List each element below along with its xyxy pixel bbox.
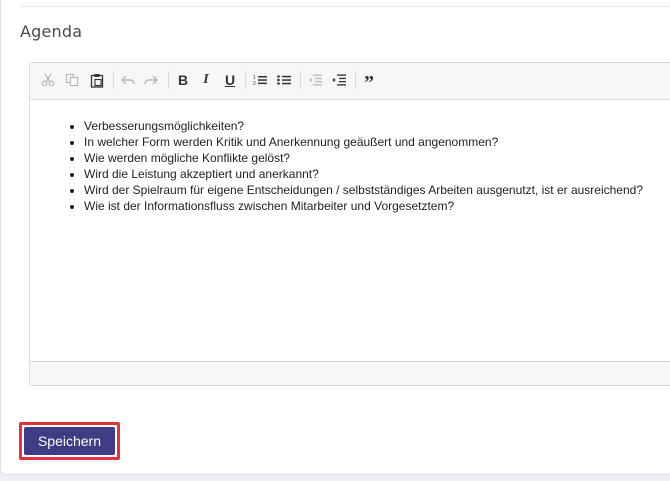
divider	[19, 6, 670, 7]
outdent-icon[interactable]	[305, 70, 325, 90]
cut-icon[interactable]	[38, 70, 58, 90]
italic-icon[interactable]: I	[196, 70, 216, 90]
indent-icon[interactable]	[329, 70, 349, 90]
list-item: Verbesserungsmöglichkeiten?	[84, 118, 668, 134]
editor-toolbar: B I U 12 ”	[30, 63, 670, 100]
toolbar-separator	[245, 71, 246, 89]
copy-icon[interactable]	[62, 70, 82, 90]
rich-text-editor[interactable]: B I U 12 ” • Verbesserungsmöglichkeiten?…	[29, 62, 670, 386]
toolbar-separator	[113, 71, 114, 89]
bold-icon[interactable]: B	[173, 70, 193, 90]
editor-statusbar	[30, 361, 670, 385]
redo-icon[interactable]	[141, 70, 161, 90]
undo-icon[interactable]	[118, 70, 138, 90]
agenda-list: Verbesserungsmöglichkeiten? In welcher F…	[66, 118, 668, 214]
list-item: Wie werden mögliche Konflikte gelöst?	[84, 150, 668, 166]
list-item: Wird die Leistung akzeptiert und anerkan…	[84, 166, 668, 182]
list-item: In welcher Form werden Kritik und Anerke…	[84, 134, 668, 150]
paste-icon[interactable]	[87, 70, 107, 90]
agenda-card: Agenda B I U 1 2 ” • Verbesserungsmöglic…	[0, 0, 670, 475]
toolbar-separator	[168, 71, 169, 89]
blockquote-icon[interactable]: ”	[359, 70, 379, 94]
list-item: Wird der Spielraum für eigene Entscheidu…	[84, 182, 668, 198]
toolbar-separator	[355, 71, 356, 89]
save-button-highlight: Speichern	[19, 422, 120, 460]
toolbar-separator	[300, 71, 301, 89]
underline-icon[interactable]: U	[220, 70, 240, 90]
bulleted-list-icon[interactable]	[274, 70, 294, 90]
editor-content[interactable]: Verbesserungsmöglichkeiten? In welcher F…	[30, 100, 670, 362]
svg-text:2: 2	[253, 81, 256, 86]
list-item: Wie ist der Informationsfluss zwischen M…	[84, 198, 668, 214]
section-title: Agenda	[20, 22, 83, 41]
numbered-list-icon[interactable]: 12	[250, 70, 270, 90]
save-button[interactable]: Speichern	[24, 427, 115, 455]
